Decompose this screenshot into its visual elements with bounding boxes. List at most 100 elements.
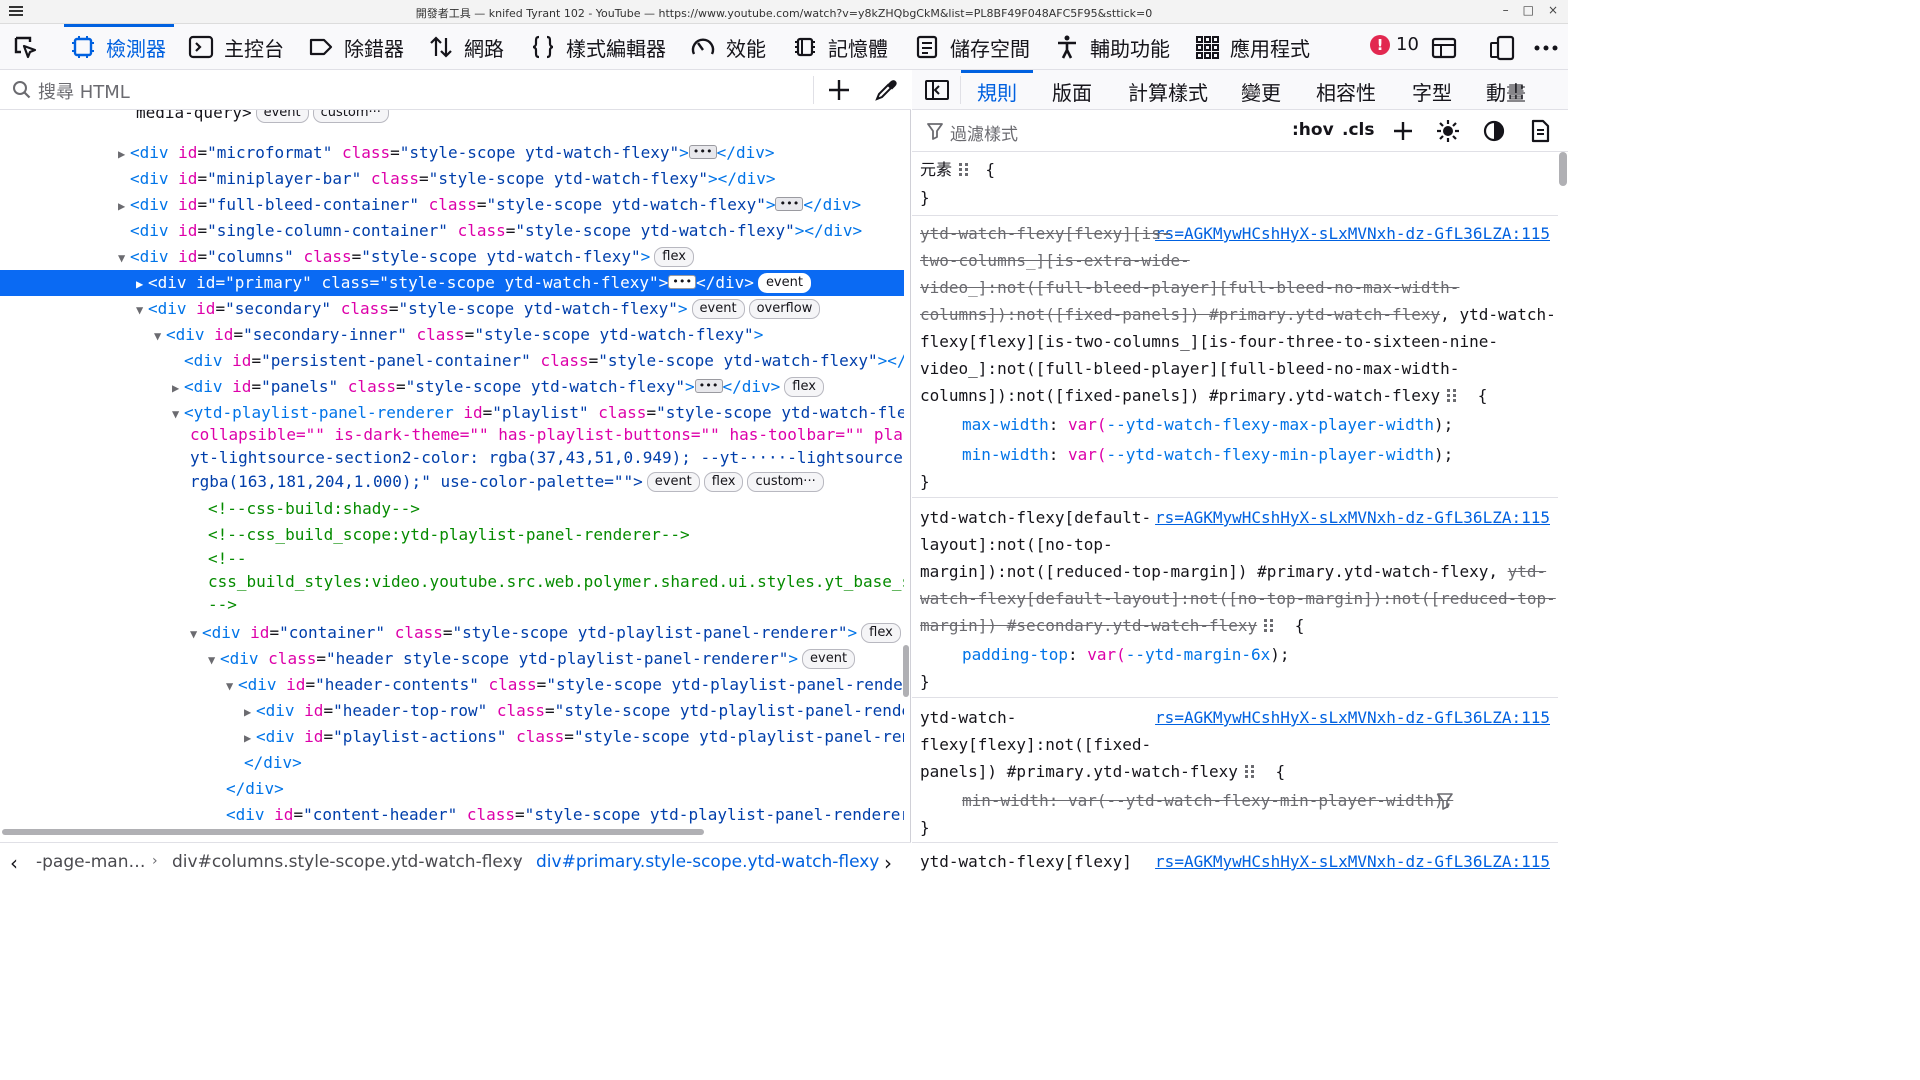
tree-row-header[interactable]: ▼ <div class="header style-scope ytd-play… bbox=[208, 646, 904, 672]
grid-icon[interactable] bbox=[958, 162, 974, 176]
tree-row-comment[interactable]: <!--css-build:shady--> bbox=[208, 496, 904, 522]
toggle-pane-icon[interactable] bbox=[924, 78, 950, 102]
rule-selector: panels]) #primary.ytd-watch-flexy { bbox=[920, 762, 1286, 781]
flex-badge[interactable]: flex bbox=[861, 623, 901, 643]
responsive-design-icon[interactable] bbox=[1488, 34, 1516, 62]
tab-storage[interactable]: 儲存空間 bbox=[914, 24, 1030, 70]
tree-row-clipped[interactable]: media-query> event custom··· bbox=[136, 110, 896, 126]
tree-row-microformat[interactable]: ▶ <div id="microformat" class="style-scop… bbox=[118, 140, 904, 166]
event-badge[interactable]: event bbox=[802, 649, 856, 669]
maximize-button[interactable]: □ bbox=[1523, 3, 1534, 17]
close-button[interactable]: × bbox=[1548, 3, 1558, 17]
tab-computed[interactable]: 計算樣式 bbox=[1128, 77, 1208, 106]
tab-style-editor[interactable]: 樣式編輯器 bbox=[530, 24, 666, 70]
dark-scheme-icon[interactable] bbox=[1482, 119, 1506, 143]
error-count-button[interactable]: ! 10 bbox=[1370, 34, 1419, 55]
collapsed-children-button[interactable]: ••• bbox=[694, 379, 723, 393]
tab-animations[interactable]: 動畫 bbox=[1486, 77, 1526, 106]
tree-row-persistent-panel-container[interactable]: <div id="persistent-panel-container" cla… bbox=[184, 348, 904, 374]
grid-icon[interactable] bbox=[1244, 764, 1260, 778]
css-declaration[interactable]: min-width: var(--ytd-watch-flexy-min-pla… bbox=[962, 440, 1453, 470]
element-picker-icon[interactable] bbox=[12, 34, 40, 62]
tree-row-columns[interactable]: ▼ <div id="columns" class="style-scope yt… bbox=[118, 244, 904, 270]
horizontal-scrollbar[interactable] bbox=[0, 828, 904, 836]
search-input[interactable]: 搜尋 HTML bbox=[38, 78, 130, 104]
flex-badge[interactable]: flex bbox=[703, 472, 744, 492]
classes-button[interactable]: .cls bbox=[1342, 120, 1374, 140]
flex-badge[interactable]: flex bbox=[784, 377, 824, 397]
tab-console[interactable]: 主控台 bbox=[188, 24, 284, 70]
tab-application[interactable]: 應用程式 bbox=[1194, 24, 1310, 70]
tree-row-miniplayer-bar[interactable]: <div id="miniplayer-bar" class="style-sc… bbox=[130, 166, 904, 192]
vertical-scrollbar[interactable] bbox=[1559, 152, 1567, 186]
css-declaration-overridden[interactable]: min-width: var(--ytd-watch-flexy-min-pla… bbox=[962, 786, 1453, 816]
tab-accessibility[interactable]: 輔助功能 bbox=[1054, 24, 1170, 70]
css-declaration[interactable]: max-width: var(--ytd-watch-flexy-max-pla… bbox=[962, 410, 1453, 440]
more-options-icon[interactable] bbox=[1532, 34, 1560, 62]
event-badge[interactable]: event bbox=[646, 472, 700, 492]
grid-icon[interactable] bbox=[1446, 388, 1462, 402]
css-declaration[interactable]: padding-top: var(--ytd-margin-6x); bbox=[962, 640, 1290, 670]
tree-row-close-tag[interactable]: </div> bbox=[244, 750, 904, 776]
tree-row-comment: css_build_styles:video.youtube.src.web.p… bbox=[208, 572, 904, 591]
chevron-left-icon[interactable]: ‹ bbox=[10, 851, 18, 875]
tree-row-full-bleed-container[interactable]: ▶ <div id="full-bleed-container" class="s… bbox=[118, 192, 904, 218]
divider bbox=[912, 842, 1558, 843]
tab-performance[interactable]: 效能 bbox=[690, 24, 766, 70]
tab-debugger[interactable]: 除錯器 bbox=[308, 24, 404, 70]
overflow-badge[interactable]: overflow bbox=[748, 299, 821, 319]
tab-changes[interactable]: 變更 bbox=[1241, 77, 1281, 106]
chevron-right-icon[interactable]: › bbox=[884, 851, 892, 875]
tree-row-secondary[interactable]: ▼ <div id="secondary" class="style-scope … bbox=[136, 296, 904, 322]
tree-row-close-tag[interactable]: </div> bbox=[226, 776, 904, 802]
tree-row-secondary-inner[interactable]: ▼ <div id="secondary-inner" class="style-… bbox=[154, 322, 904, 348]
sidebar-tabs: 規則 版面 計算樣式 變更 相容性 字型 動畫 bbox=[912, 70, 1568, 110]
filter-icon[interactable] bbox=[1436, 792, 1454, 810]
add-rule-icon[interactable] bbox=[1391, 119, 1415, 143]
rule-source-link[interactable]: rs=AGKMywHCshHyX-sLxMVNxh-dz-GfL36LZA:11… bbox=[1155, 848, 1550, 875]
vertical-scrollbar[interactable] bbox=[903, 645, 909, 697]
tree-row-playlist[interactable]: ▼ <ytd-playlist-panel-renderer id="playli… bbox=[172, 400, 904, 426]
tree-row-comment[interactable]: <!-- bbox=[208, 548, 904, 570]
tree-row-content-header[interactable]: <div id="content-header" class="style-sc… bbox=[226, 802, 904, 828]
rule-source-link[interactable]: rs=AGKMywHCshHyX-sLxMVNxh-dz-GfL36LZA:11… bbox=[1155, 220, 1550, 247]
eyedropper-icon[interactable] bbox=[873, 77, 899, 103]
collapsed-children-button[interactable]: ••• bbox=[668, 275, 697, 289]
print-media-icon[interactable] bbox=[1528, 119, 1552, 143]
tree-row-playlist-actions[interactable]: ▶ <div id="playlist-actions" class="style… bbox=[244, 724, 904, 750]
tab-compatibility[interactable]: 相容性 bbox=[1316, 77, 1376, 106]
flex-badge[interactable]: flex bbox=[654, 247, 694, 267]
tab-layout[interactable]: 版面 bbox=[1052, 77, 1092, 106]
filter-styles-input[interactable]: 過濾樣式 bbox=[950, 120, 1018, 145]
grid-icon[interactable] bbox=[1263, 618, 1279, 632]
tree-row-container[interactable]: ▼ <div id="container" class="style-scope … bbox=[190, 620, 904, 646]
breadcrumb-item[interactable]: -page-man… bbox=[36, 852, 145, 872]
tab-fonts[interactable]: 字型 bbox=[1412, 77, 1452, 106]
tree-row-single-column-container[interactable]: <div id="single-column-container" class=… bbox=[130, 218, 904, 244]
hover-states-button[interactable]: :hov bbox=[1292, 120, 1334, 140]
rule-source-link[interactable]: rs=AGKMywHCshHyX-sLxMVNxh-dz-GfL36LZA:11… bbox=[1155, 704, 1550, 731]
tab-inspector[interactable]: 檢測器 bbox=[64, 24, 174, 70]
custom-badge[interactable]: custom··· bbox=[312, 110, 389, 123]
custom-badge[interactable]: custom··· bbox=[747, 472, 824, 492]
event-badge[interactable]: event bbox=[691, 299, 745, 319]
tab-memory[interactable]: 記憶體 bbox=[792, 24, 888, 70]
breadcrumb-item-current[interactable]: div#primary.style-scope.ytd-watch-flexy bbox=[536, 852, 879, 872]
tree-row-header-top-row[interactable]: ▶ <div id="header-top-row" class="style-s… bbox=[244, 698, 904, 724]
event-badge[interactable]: event bbox=[757, 273, 811, 293]
tree-row-panels[interactable]: ▶ <div id="panels" class="style-scope ytd… bbox=[172, 374, 904, 400]
add-node-icon[interactable] bbox=[826, 77, 852, 103]
collapsed-children-button[interactable]: ••• bbox=[775, 197, 804, 211]
rule-source-link[interactable]: rs=AGKMywHCshHyX-sLxMVNxh-dz-GfL36LZA:11… bbox=[1155, 504, 1550, 531]
collapsed-children-button[interactable]: ••• bbox=[688, 145, 717, 159]
tree-row-header-contents[interactable]: ▼ <div id="header-contents" class="style-… bbox=[226, 672, 904, 698]
minimize-button[interactable]: – bbox=[1503, 3, 1509, 17]
tree-row-comment[interactable]: <!--css_build_scope:ytd-playlist-panel-r… bbox=[208, 522, 904, 548]
breadcrumb-item[interactable]: div#columns.style-scope.ytd-watch-flexy bbox=[172, 852, 523, 872]
tab-rules[interactable]: 規則 bbox=[961, 70, 1033, 106]
light-scheme-icon[interactable] bbox=[1436, 119, 1460, 143]
tree-row-primary-selected[interactable]: ▶ <div id="primary" class="style-scope yt… bbox=[0, 270, 904, 296]
split-console-icon[interactable] bbox=[1430, 34, 1458, 62]
tab-network[interactable]: 網路 bbox=[428, 24, 504, 70]
event-badge[interactable]: event bbox=[255, 110, 309, 123]
